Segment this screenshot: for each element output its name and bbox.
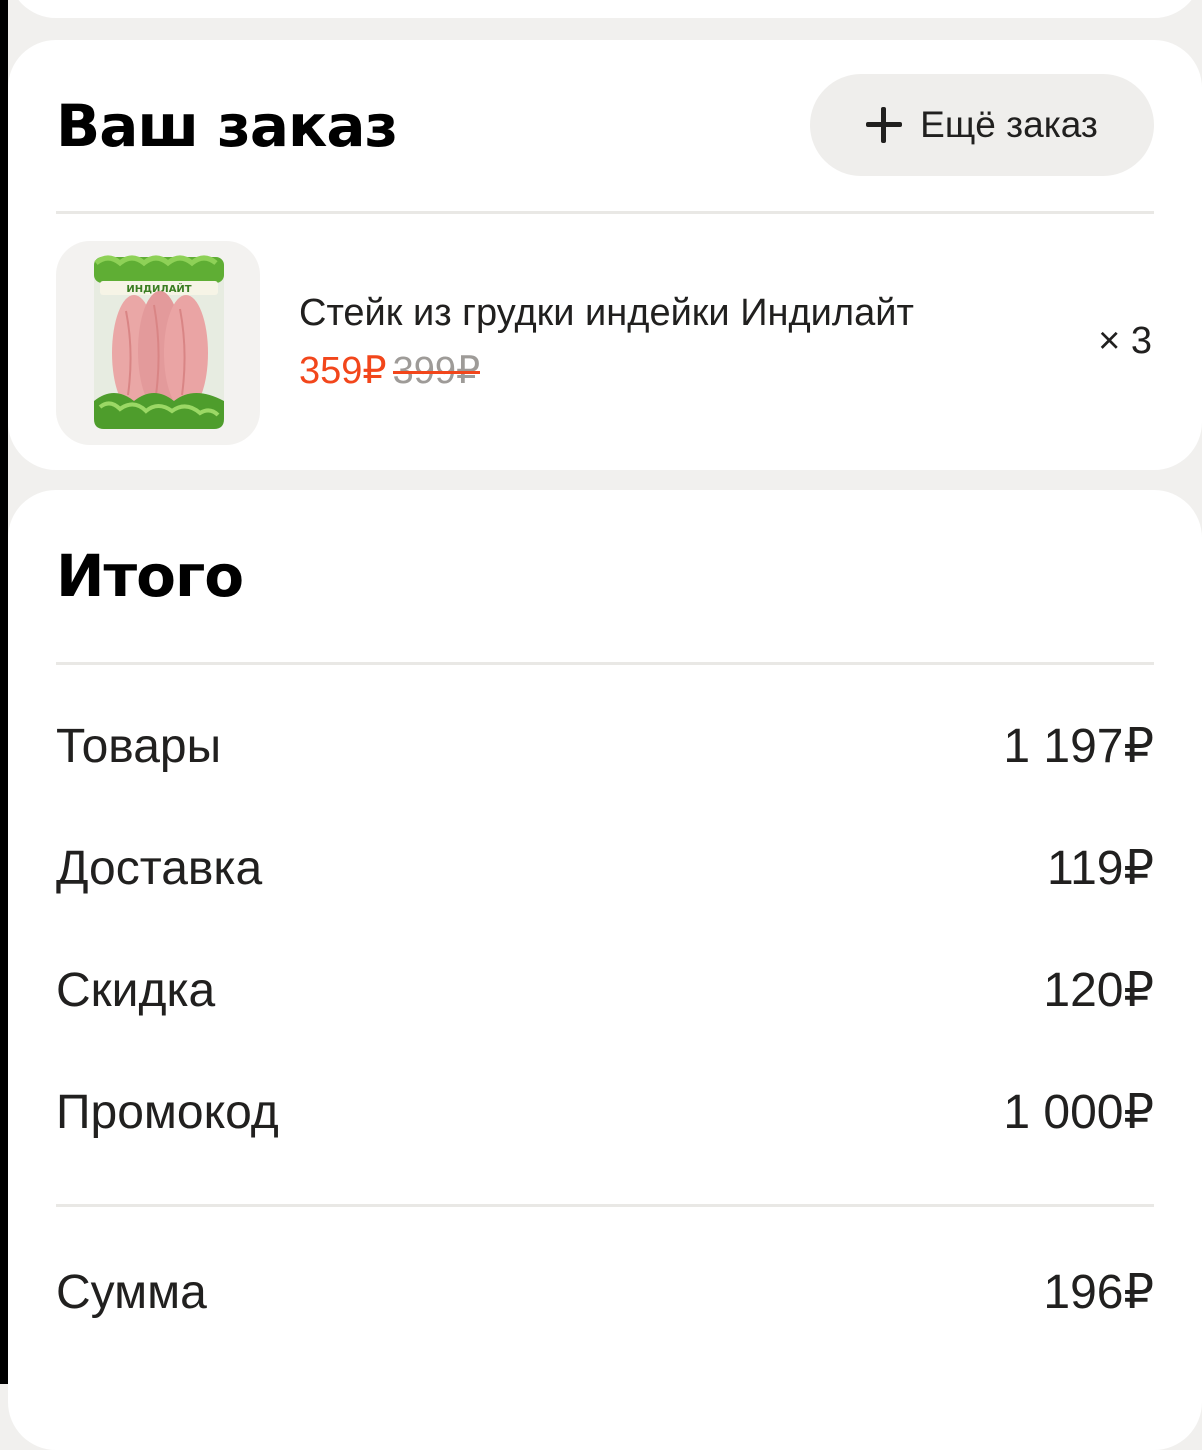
summary-row-discount: Скидка 120₽ [56, 962, 1154, 1018]
summary-row-promocode: Промокод 1 000₽ [56, 1084, 1154, 1140]
totals-divider-top [56, 662, 1154, 665]
summary-label: Доставка [56, 841, 263, 895]
price-row: 359₽ 399₽ [299, 348, 480, 393]
order-card: Ваш заказ Ещё заказ ИНДИЛАЙТ Стейк из гр… [8, 40, 1202, 470]
product-image[interactable]: ИНДИЛАЙТ [56, 241, 260, 445]
totals-title: Итого [56, 542, 244, 610]
screen-edge [0, 0, 8, 1384]
summary-label: Промокод [56, 1085, 279, 1139]
summary-row-delivery: Доставка 119₽ [56, 840, 1154, 896]
product-name[interactable]: Стейк из грудки индейки Индилайт [299, 292, 914, 335]
old-price: 399₽ [392, 350, 481, 392]
summary-value: 1 000₽ [1003, 1086, 1154, 1139]
summary-value: 119₽ [1046, 842, 1154, 895]
summary-label: Скидка [56, 963, 216, 1017]
summary-row-goods: Товары 1 197₽ [56, 718, 1154, 774]
current-price: 359₽ [299, 350, 387, 392]
sum-value: 196₽ [1043, 1266, 1154, 1319]
add-order-label: Ещё заказ [920, 104, 1098, 145]
add-order-button[interactable]: Ещё заказ [810, 74, 1154, 176]
summary-row-sum: Сумма 196₽ [56, 1264, 1154, 1320]
summary-value: 1 197₽ [1003, 720, 1154, 773]
order-title: Ваш заказ [56, 92, 398, 160]
item-quantity: × 3 [1098, 320, 1152, 362]
turkey-steak-package-icon: ИНДИЛАЙТ [94, 255, 224, 429]
plus-icon [866, 107, 903, 143]
previous-card [8, 0, 1202, 18]
summary-label: Товары [56, 719, 222, 773]
sum-label: Сумма [56, 1265, 207, 1319]
summary-value: 120₽ [1043, 964, 1154, 1017]
order-divider [56, 211, 1154, 214]
totals-divider-bottom [56, 1204, 1154, 1207]
totals-card: Итого Товары 1 197₽ Доставка 119₽ Скидка… [8, 490, 1202, 1450]
